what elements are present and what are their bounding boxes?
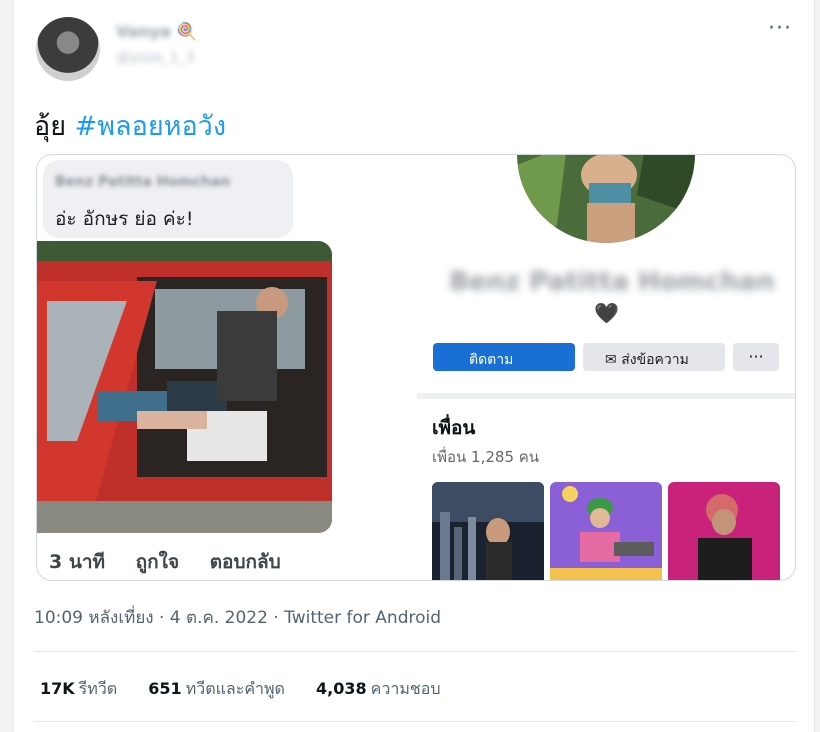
- comment-author: Benz Patitta Homchan: [55, 174, 231, 190]
- friend-photo: [550, 482, 662, 580]
- message-label: ส่งข้อความ: [621, 352, 689, 368]
- quotes-stat[interactable]: 651 ทวีตและคำพูด: [148, 679, 285, 698]
- likes-stat[interactable]: 4,038 ความชอบ: [316, 679, 440, 698]
- reply-link[interactable]: ตอบกลับ: [210, 551, 281, 573]
- friends-heading: เพื่อน: [432, 417, 476, 439]
- author-name[interactable]: Vanya: [116, 22, 171, 41]
- friend-photo: [668, 482, 780, 580]
- friend-photo: [432, 482, 544, 580]
- retweets-stat[interactable]: 17K รีทวีต: [40, 679, 117, 698]
- tweet-body: อุ้ย: [34, 111, 67, 142]
- profile-name: Benz Patitta Homchan: [449, 267, 775, 297]
- profile-photo: [517, 155, 695, 243]
- more-options-icon[interactable]: ···: [768, 16, 792, 41]
- divider-top: [34, 651, 796, 652]
- message-button[interactable]: ✉ ส่งข้อความ: [583, 343, 725, 371]
- hashtag-link[interactable]: #พลอยหอวัง: [75, 111, 226, 142]
- comment-actions: 3 นาที ถูกใจ ตอบกลับ: [49, 547, 305, 577]
- like-link[interactable]: ถูกใจ: [136, 551, 179, 573]
- comment-photo: [37, 241, 332, 533]
- tweet-media-image[interactable]: Benz Patitta Homchan อ่ะ อักษร ย่อ ค่ะ!: [36, 154, 796, 581]
- messenger-icon: ✉: [605, 352, 622, 368]
- friend-thumb[interactable]: [432, 482, 544, 580]
- retweets-label: รีทวีต: [78, 679, 118, 698]
- comment-time: 3 นาที: [49, 551, 106, 573]
- follow-button[interactable]: ติดตาม: [433, 343, 575, 371]
- black-heart-emoji: 🖤: [594, 301, 619, 325]
- more-label: ···: [748, 347, 764, 366]
- profile-picture: [517, 155, 695, 243]
- quotes-value: 651: [148, 679, 182, 698]
- likes-label: ความชอบ: [370, 679, 441, 698]
- follow-label: ติดตาม: [469, 352, 514, 368]
- friends-count: เพื่อน 1,285 คน: [432, 448, 540, 466]
- comment-text: อ่ะ อักษร ย่อ ค่ะ!: [55, 208, 194, 230]
- tweet-card: Vanya 🍭 @ysoo_1_3 ··· อุ้ย #พลอยหอวัง Be…: [13, 0, 815, 732]
- likes-value: 4,038: [316, 679, 367, 698]
- friend-thumb[interactable]: [668, 482, 780, 580]
- tweet-timestamp[interactable]: 10:09 หลังเที่ยง · 4 ต.ค. 2022 · Twitter…: [34, 604, 441, 631]
- divider-bottom: [34, 721, 796, 722]
- facebook-comment-bubble: Benz Patitta Homchan อ่ะ อักษร ย่อ ค่ะ!: [43, 160, 293, 238]
- section-divider: [417, 393, 795, 399]
- friend-thumb[interactable]: [550, 482, 662, 580]
- red-car-photo: [37, 241, 332, 533]
- lollipop-emoji: 🍭: [176, 22, 198, 42]
- author-handle[interactable]: @ysoo_1_3: [116, 50, 195, 66]
- quotes-label: ทวีตและคำพูด: [185, 679, 285, 698]
- retweets-value: 17K: [40, 679, 75, 698]
- author-avatar[interactable]: [36, 17, 100, 81]
- tweet-stats: 17K รีทวีต 651 ทวีตและคำพูด 4,038 ความชอบ: [40, 677, 467, 702]
- tweet-text: อุ้ย #พลอยหอวัง: [34, 104, 226, 147]
- profile-more-button[interactable]: ···: [733, 343, 779, 371]
